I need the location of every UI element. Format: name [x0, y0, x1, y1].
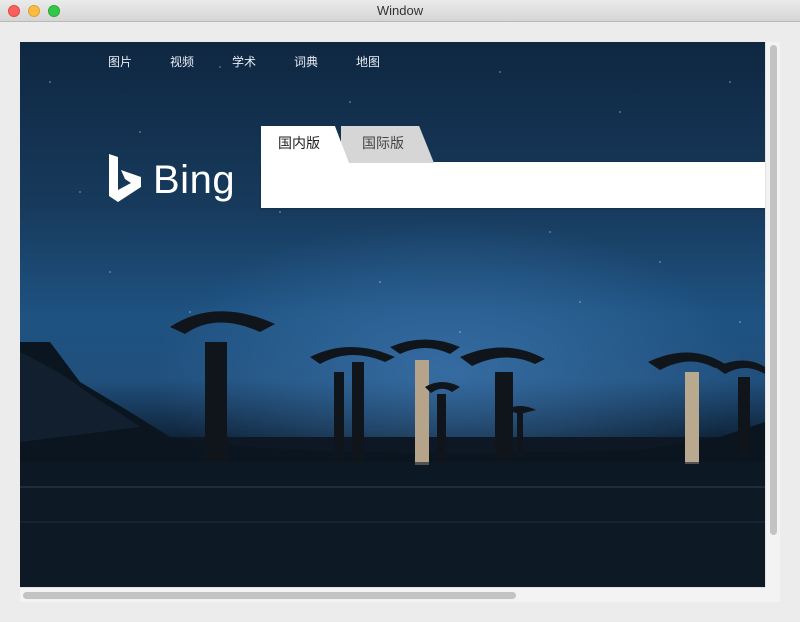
bing-logo-icon: [109, 154, 141, 202]
baobab-landscape-image: [20, 311, 765, 587]
vertical-scrollbar[interactable]: [765, 42, 780, 587]
title-bar: Window: [0, 0, 800, 22]
bing-logo-text: Bing: [153, 158, 236, 202]
window-title: Window: [376, 3, 424, 18]
nav-item-videos[interactable]: 视频: [170, 53, 232, 70]
scrollbar-corner: [765, 587, 780, 602]
nav-item-dictionary[interactable]: 词典: [294, 53, 356, 70]
nav-item-images[interactable]: 图片: [108, 53, 170, 70]
browser-window: Window 图片 视频 学术 词典 地图 Bing 国际版 国内版: [0, 0, 800, 622]
bing-logo[interactable]: Bing: [107, 154, 235, 206]
nav-item-academic[interactable]: 学术: [232, 53, 294, 70]
vertical-scroll-thumb[interactable]: [770, 45, 777, 535]
tab-international[interactable]: 国际版: [341, 126, 434, 163]
web-content: 图片 视频 学术 词典 地图 Bing 国际版 国内版: [20, 42, 765, 587]
top-navigation: 图片 视频 学术 词典 地图: [108, 53, 418, 70]
horizontal-scroll-thumb[interactable]: [23, 592, 516, 599]
tab-domestic[interactable]: 国内版: [261, 126, 349, 163]
search-input[interactable]: [261, 162, 765, 208]
search-box: 国际版 国内版: [261, 126, 765, 210]
horizontal-scrollbar[interactable]: [20, 587, 765, 602]
nav-item-maps[interactable]: 地图: [356, 53, 418, 70]
